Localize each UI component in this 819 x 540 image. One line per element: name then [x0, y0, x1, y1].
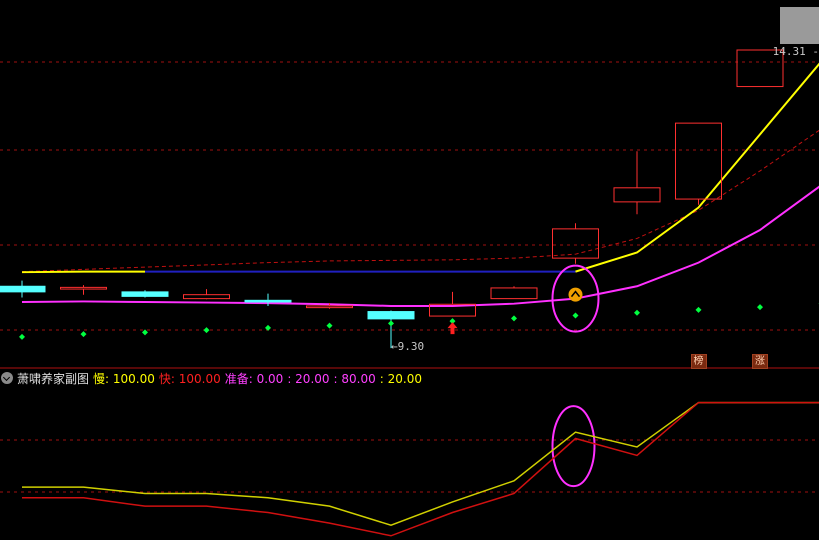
- price-readout: 14.31 -: [772, 45, 819, 58]
- signal-dot-11: [695, 306, 702, 313]
- indicator-line-1: [22, 401, 819, 537]
- candle-body-0: [0, 285, 46, 293]
- signal-dot-10: [634, 309, 640, 316]
- indicator-param-0: 慢: 100.00: [93, 371, 155, 386]
- indicator-param-3: : 20.00: [287, 371, 330, 386]
- low-price-arrow: ←: [391, 340, 398, 354]
- collapse-chevron-icon[interactable]: [1, 372, 13, 384]
- indicator-lines: [22, 401, 819, 537]
- chart-tag-0[interactable]: 榜: [690, 354, 707, 369]
- candlesticks: [0, 49, 784, 349]
- candle-body-2: [121, 291, 169, 297]
- indicator-param-2: 准备: 0.00: [224, 371, 284, 386]
- chart-tag-1[interactable]: 涨: [752, 354, 768, 369]
- indicator-legend: 萧啸养家副图 慢: 100.00 快: 100.00 准备: 0.00: 20.00…: [0, 369, 426, 387]
- candle-body-1: [60, 286, 107, 290]
- indicator-name: 萧啸养家副图: [17, 371, 90, 386]
- moving-averages: [21, 62, 819, 307]
- candle-body-8: [490, 287, 538, 300]
- indicator-line-0: [22, 401, 819, 526]
- indicator-params: 慢: 100.00 快: 100.00 准备: 0.00: 20.00: 80.00…: [93, 370, 426, 387]
- indicator-param-1: 快: 100.00: [158, 371, 221, 386]
- signal-dot-1: [80, 331, 87, 338]
- ma-yellow-line-start: [21, 270, 145, 274]
- low-price-label: ←9.30: [391, 340, 424, 353]
- indicator-param-5: : 20.00: [379, 371, 422, 386]
- low-price-text: 9.30: [397, 340, 425, 354]
- up-arrow-icon: [447, 322, 458, 335]
- candle-body-5: [306, 305, 353, 309]
- signal-dot-0: [19, 333, 25, 340]
- corner-box: [780, 7, 819, 44]
- signal-badge-icon: [568, 287, 583, 302]
- candle-body-3: [183, 294, 230, 300]
- signal-dot-6: [388, 320, 394, 327]
- signal-dot-3: [203, 327, 210, 334]
- signal-dot-5: [326, 322, 333, 329]
- signal-dot-9: [572, 312, 579, 319]
- candle-body-4: [244, 299, 292, 303]
- signal-dot-12: [757, 304, 763, 311]
- candle-body-10: [613, 187, 661, 203]
- indicator-param-4: : 80.00: [333, 371, 376, 386]
- grid-lines: [0, 61, 819, 493]
- signal-dot-4: [265, 324, 271, 331]
- signal-dot-8: [511, 315, 517, 322]
- ma-yellow-line-end: [575, 62, 819, 273]
- chart-canvas: [0, 49, 819, 537]
- candle-body-6: [367, 311, 415, 320]
